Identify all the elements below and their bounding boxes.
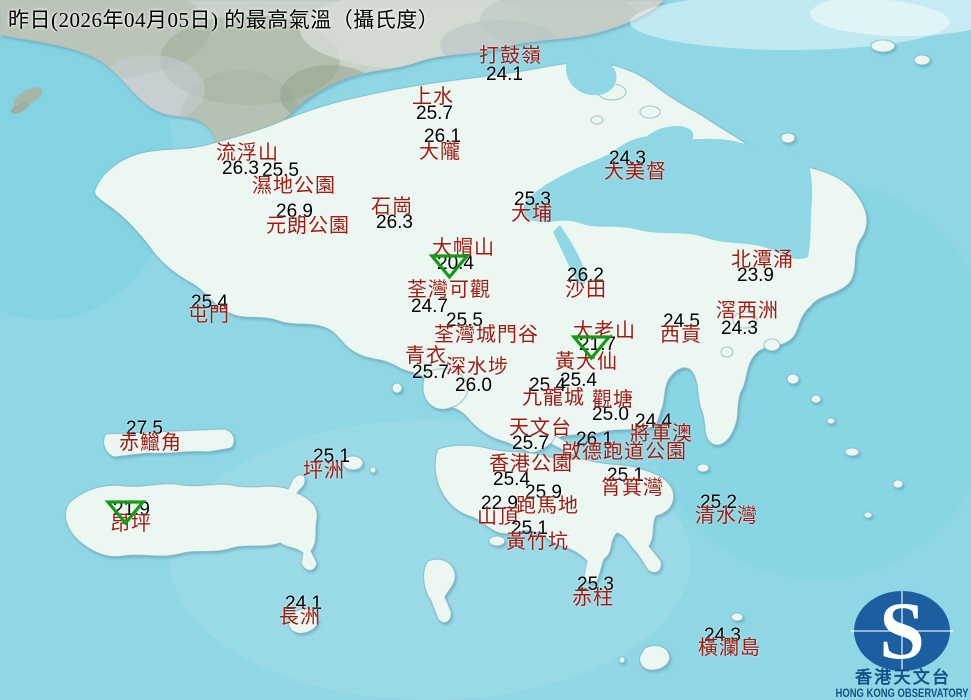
station-name: 筲箕灣 bbox=[601, 477, 664, 499]
station-name: 黃大仙 bbox=[555, 351, 618, 373]
station-name: 清水灣 bbox=[695, 505, 758, 527]
station-name: 大帽山 bbox=[432, 237, 495, 259]
station-name: 滘西洲 bbox=[716, 300, 779, 322]
station-name: 橫瀾島 bbox=[698, 637, 761, 659]
station-name: 坪洲 bbox=[303, 460, 345, 482]
station-name: 荃灣城門谷 bbox=[434, 324, 539, 346]
station-name: 沙田 bbox=[565, 279, 607, 301]
logo-s-glyph: S bbox=[879, 585, 925, 676]
station-name: 元朗公園 bbox=[266, 215, 350, 237]
station-name: 赤柱 bbox=[572, 587, 614, 609]
station-name: 大美督 bbox=[604, 161, 667, 183]
station-name: 上水 bbox=[412, 86, 454, 108]
station-name: 昂坪 bbox=[110, 513, 152, 535]
station-name: 天文台 bbox=[509, 417, 572, 439]
station-name: 大埔 bbox=[511, 203, 553, 225]
station-name: 香港公園 bbox=[489, 453, 573, 475]
station-name: 深水埗 bbox=[446, 356, 509, 378]
station-name: 黃竹坑 bbox=[506, 531, 569, 553]
station-name: 九龍城 bbox=[522, 387, 585, 409]
station-name: 跑馬地 bbox=[516, 495, 579, 517]
logo-english-name: HONG KONG OBSERVATORY bbox=[836, 686, 969, 700]
station-name: 長洲 bbox=[279, 606, 321, 628]
station-name: 青衣 bbox=[405, 345, 447, 367]
station-name: 濕地公園 bbox=[252, 175, 336, 197]
station-name: 北潭涌 bbox=[731, 249, 794, 271]
station-name: 打鼓嶺 bbox=[479, 45, 542, 67]
station-name: 大老山 bbox=[573, 320, 636, 342]
logo-chinese-name: 香港天文台 bbox=[855, 667, 949, 687]
station-name: 石崗 bbox=[371, 196, 413, 218]
station-name: 屯門 bbox=[188, 304, 230, 326]
station-name: 赤鱲角 bbox=[119, 432, 182, 454]
station-temperature: 24.1 bbox=[486, 64, 523, 85]
station-temperature: 26.0 bbox=[455, 375, 492, 396]
hko-logo: S 香港天文台 HONG KONG OBSERVATORY bbox=[836, 585, 969, 700]
page-title: 昨日(2026年04月05日) 的最高氣溫（攝氏度） bbox=[8, 8, 440, 32]
station-name: 大隴 bbox=[419, 141, 461, 163]
station-name: 觀塘 bbox=[592, 389, 634, 411]
station-name: 啟德跑道公園 bbox=[561, 441, 687, 463]
station-name: 荃灣可觀 bbox=[407, 279, 491, 301]
station-name: 西貢 bbox=[660, 324, 702, 346]
